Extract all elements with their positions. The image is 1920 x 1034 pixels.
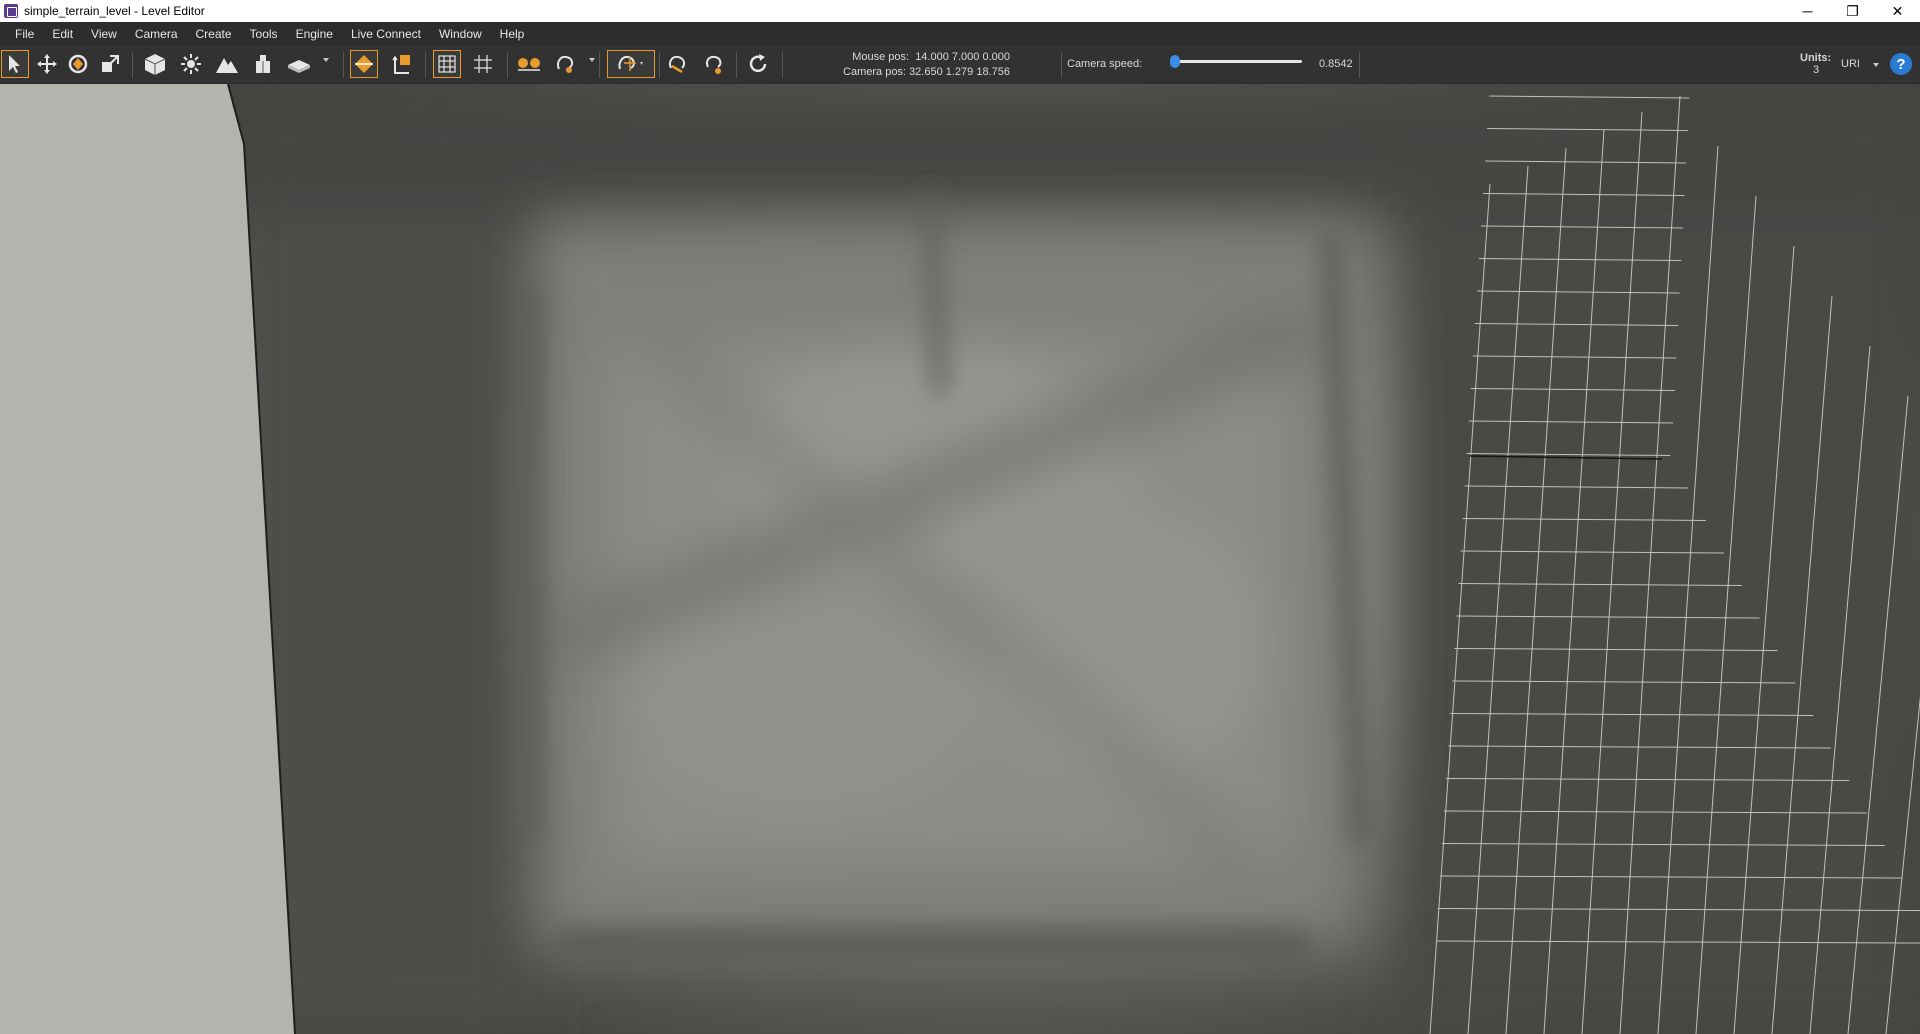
snap-grid-icon bbox=[618, 55, 643, 71]
mouse-pos-value: 14.000 7.000 0.000 bbox=[915, 51, 1010, 63]
menu-view[interactable]: View bbox=[82, 22, 126, 46]
camera-speed-value: 0.8542 bbox=[1319, 58, 1353, 70]
grid-local-button[interactable] bbox=[433, 50, 461, 78]
camera-pos-label: Camera pos: bbox=[843, 66, 906, 78]
plane-icon bbox=[288, 60, 310, 73]
select-icon bbox=[9, 55, 20, 73]
snap-vertex-button[interactable] bbox=[350, 50, 378, 78]
menu-help[interactable]: Help bbox=[491, 22, 534, 46]
units-select[interactable]: URI bbox=[1841, 57, 1860, 72]
grid-local-icon bbox=[438, 55, 456, 73]
scene-render bbox=[0, 84, 1920, 1034]
position-readout: Mouse pos: 14.000 7.000 0.000 Camera pos… bbox=[820, 50, 1010, 80]
refresh-magnet-icon bbox=[705, 55, 722, 74]
box-icon bbox=[144, 54, 166, 75]
refresh-magnet-button[interactable] bbox=[700, 50, 728, 78]
create-box-button[interactable] bbox=[141, 50, 169, 78]
app-icon bbox=[4, 4, 18, 18]
select-tool-button[interactable] bbox=[1, 50, 29, 78]
title-bar: simple_terrain_level - Level Editor ─ ❐ … bbox=[0, 0, 1920, 22]
menu-tools[interactable]: Tools bbox=[241, 22, 287, 46]
grid-world-button[interactable] bbox=[469, 50, 497, 78]
snap-vertex-icon bbox=[355, 55, 373, 73]
pair-icon bbox=[518, 58, 540, 71]
units-dropdown-caret[interactable] bbox=[1873, 63, 1879, 67]
magnet-icon bbox=[668, 55, 686, 74]
camera-speed-slider-thumb[interactable] bbox=[1170, 55, 1181, 68]
create-terrain-button[interactable] bbox=[213, 50, 241, 78]
menu-window[interactable]: Window bbox=[430, 22, 491, 46]
move-tool-button[interactable] bbox=[33, 50, 61, 78]
lasso-icon bbox=[556, 55, 574, 73]
pair-tool-button[interactable] bbox=[515, 50, 543, 78]
create-unit-button[interactable] bbox=[249, 50, 277, 78]
menu-engine[interactable]: Engine bbox=[287, 22, 342, 46]
lasso-dropdown-caret[interactable] bbox=[589, 58, 595, 62]
close-button[interactable]: ✕ bbox=[1875, 0, 1920, 22]
rotate-icon bbox=[68, 54, 88, 74]
create-dropdown-caret[interactable] bbox=[323, 58, 329, 62]
snap-anchor-icon bbox=[392, 55, 410, 74]
window-controls: ─ ❐ ✕ bbox=[1785, 0, 1920, 22]
scale-icon bbox=[102, 55, 119, 72]
move-icon bbox=[37, 54, 57, 74]
create-light-button[interactable] bbox=[177, 50, 205, 78]
terrain-features bbox=[230, 84, 1920, 1034]
light-icon bbox=[181, 54, 201, 74]
menu-create[interactable]: Create bbox=[187, 22, 241, 46]
cycle-icon bbox=[749, 54, 767, 73]
menu-bar: File Edit View Camera Create Tools Engin… bbox=[0, 22, 1920, 46]
toolbar: Mouse pos: 14.000 7.000 0.000 Camera pos… bbox=[0, 46, 1920, 84]
menu-file[interactable]: File bbox=[6, 22, 43, 46]
rotate-tool-button[interactable] bbox=[64, 50, 92, 78]
cycle-button[interactable] bbox=[744, 50, 772, 78]
snap-grid-button[interactable] bbox=[607, 50, 655, 78]
window-title: simple_terrain_level - Level Editor bbox=[24, 4, 205, 18]
restore-button[interactable]: ❐ bbox=[1830, 0, 1875, 22]
terrain-icon bbox=[216, 58, 238, 73]
camera-speed-slider-track[interactable] bbox=[1170, 60, 1302, 63]
camera-speed-label: Camera speed: bbox=[1067, 58, 1143, 70]
create-plane-button[interactable] bbox=[285, 50, 313, 78]
3d-viewport[interactable] bbox=[0, 84, 1920, 1034]
minimize-button[interactable]: ─ bbox=[1785, 0, 1830, 22]
snap-anchor-button[interactable] bbox=[387, 50, 415, 78]
unit-icon bbox=[256, 55, 270, 73]
camera-pos-value: 32.650 1.279 18.756 bbox=[909, 66, 1010, 78]
units-value: 3 bbox=[1813, 64, 1820, 76]
magnet-button[interactable] bbox=[663, 50, 691, 78]
scale-tool-button[interactable] bbox=[96, 50, 124, 78]
menu-live-connect[interactable]: Live Connect bbox=[342, 22, 430, 46]
lasso-tool-button[interactable] bbox=[551, 50, 579, 78]
mouse-pos-label: Mouse pos: bbox=[852, 51, 910, 63]
menu-edit[interactable]: Edit bbox=[43, 22, 82, 46]
grid-world-icon bbox=[474, 55, 492, 73]
help-button[interactable]: ? bbox=[1890, 53, 1912, 75]
camera-pos-row: Camera pos: 32.650 1.279 18.756 bbox=[820, 65, 1010, 80]
mouse-pos-row: Mouse pos: 14.000 7.000 0.000 bbox=[820, 50, 1010, 65]
menu-camera[interactable]: Camera bbox=[126, 22, 187, 46]
